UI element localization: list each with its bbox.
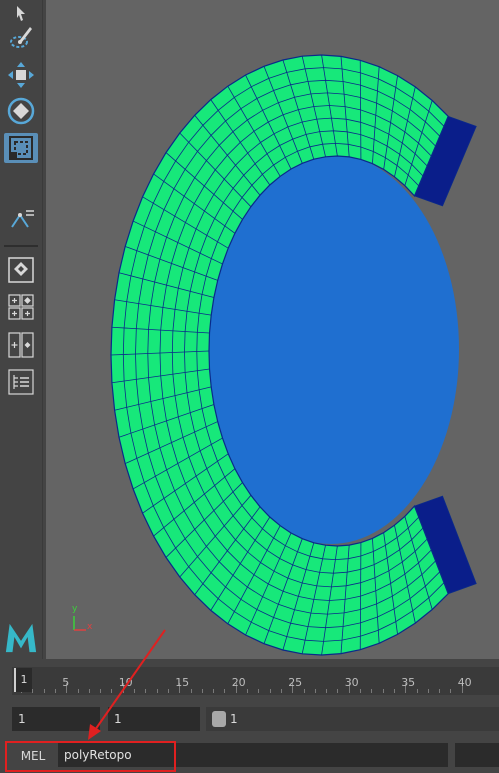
viewport-3d[interactable]: y x bbox=[46, 0, 499, 659]
timeline-tick bbox=[416, 689, 418, 693]
rotate-icon bbox=[7, 97, 35, 125]
timeline-tick bbox=[439, 689, 441, 693]
timeline-tick bbox=[77, 689, 79, 693]
start-frame-field[interactable]: 1 bbox=[12, 707, 100, 731]
paint-select-icon bbox=[10, 27, 32, 48]
toolbox-divider bbox=[4, 245, 38, 247]
timeline-tick bbox=[371, 689, 373, 693]
snap-icon bbox=[11, 210, 34, 228]
timeline-tick bbox=[201, 689, 203, 693]
axis-label-x: x bbox=[87, 622, 93, 632]
range-slider-value: 1 bbox=[230, 712, 238, 726]
timeline-tick bbox=[43, 689, 45, 693]
timeline-tick-label: 30 bbox=[344, 676, 359, 689]
timeline-tick bbox=[393, 689, 395, 693]
axis-label-y: y bbox=[72, 604, 78, 614]
layout-two-button[interactable] bbox=[4, 330, 38, 360]
timeline-tick bbox=[100, 689, 102, 693]
range-slider-bar: 1 1 1 bbox=[0, 699, 499, 739]
c-letter-mesh[interactable] bbox=[46, 0, 499, 659]
rotate-tool-button[interactable] bbox=[4, 96, 38, 126]
move-tool-button[interactable] bbox=[4, 60, 38, 90]
timeline-tick bbox=[337, 689, 339, 693]
timeline-tick-label: 20 bbox=[231, 676, 246, 689]
timeline-tick bbox=[54, 689, 56, 693]
timeline-tick bbox=[280, 689, 282, 693]
timeline-tick bbox=[156, 689, 158, 693]
timeline-tick bbox=[111, 689, 113, 693]
timeline-tick bbox=[224, 689, 226, 693]
timeline-tick bbox=[314, 689, 316, 693]
timeline-tick bbox=[450, 689, 452, 693]
timeline-tick-label: 35 bbox=[401, 676, 416, 689]
scale-tool-button[interactable] bbox=[4, 133, 38, 163]
timeline-tick bbox=[247, 689, 248, 693]
layout-four-button[interactable] bbox=[4, 292, 38, 322]
timeline-tick bbox=[427, 689, 429, 693]
lasso-paint-tool-button[interactable] bbox=[4, 24, 38, 54]
timeline-tick-label: 15 bbox=[175, 676, 190, 689]
range-slider[interactable]: 1 bbox=[206, 707, 499, 731]
timeline-tick bbox=[382, 689, 384, 693]
timeline-tick bbox=[360, 689, 361, 693]
two-pane-icon bbox=[8, 332, 34, 358]
timeline-tick-label: 10 bbox=[118, 676, 133, 689]
time-slider[interactable]: 5 10 15 20 25 30 35 40 1 bbox=[0, 659, 499, 699]
outliner-icon bbox=[8, 369, 34, 395]
timeline-tick bbox=[326, 689, 328, 693]
maya-logo bbox=[4, 620, 38, 656]
playback-start-field[interactable]: 1 bbox=[108, 707, 200, 731]
timeline-tick bbox=[134, 689, 135, 693]
four-pane-icon bbox=[8, 294, 34, 320]
layout-single-button[interactable] bbox=[4, 255, 38, 285]
timeline-tick bbox=[190, 689, 192, 693]
toolbox bbox=[0, 0, 43, 659]
timeline-tick bbox=[145, 689, 147, 693]
timeline-tick-label: 40 bbox=[457, 676, 472, 689]
timeline-tick-label: 25 bbox=[288, 676, 303, 689]
scale-box-icon bbox=[9, 136, 33, 160]
mel-language-toggle[interactable]: MEL bbox=[12, 745, 54, 767]
timeline-tick bbox=[32, 689, 34, 693]
arrow-cursor-icon bbox=[17, 6, 25, 21]
timeline-tick bbox=[88, 689, 90, 693]
timeline-tick bbox=[213, 689, 215, 693]
timeline-tick bbox=[269, 689, 271, 693]
timeline-tick bbox=[303, 689, 305, 693]
timeline-tick bbox=[258, 689, 260, 693]
timeline-tick bbox=[167, 689, 169, 693]
timeline-tick-label: 5 bbox=[62, 676, 70, 689]
outliner-button[interactable] bbox=[4, 367, 38, 397]
range-slider-handle[interactable] bbox=[212, 711, 226, 727]
single-pane-icon bbox=[8, 257, 34, 283]
command-result-field bbox=[455, 743, 499, 767]
move-arrows-icon bbox=[8, 62, 34, 88]
command-input[interactable]: polyRetopo bbox=[58, 743, 448, 767]
current-frame-marker[interactable]: 1 bbox=[14, 668, 32, 692]
snap-settings-tool-button[interactable] bbox=[4, 203, 38, 233]
maya-logo-icon bbox=[5, 623, 37, 653]
command-line: MEL polyRetopo bbox=[0, 739, 499, 773]
time-slider-track[interactable]: 5 10 15 20 25 30 35 40 bbox=[12, 667, 499, 695]
